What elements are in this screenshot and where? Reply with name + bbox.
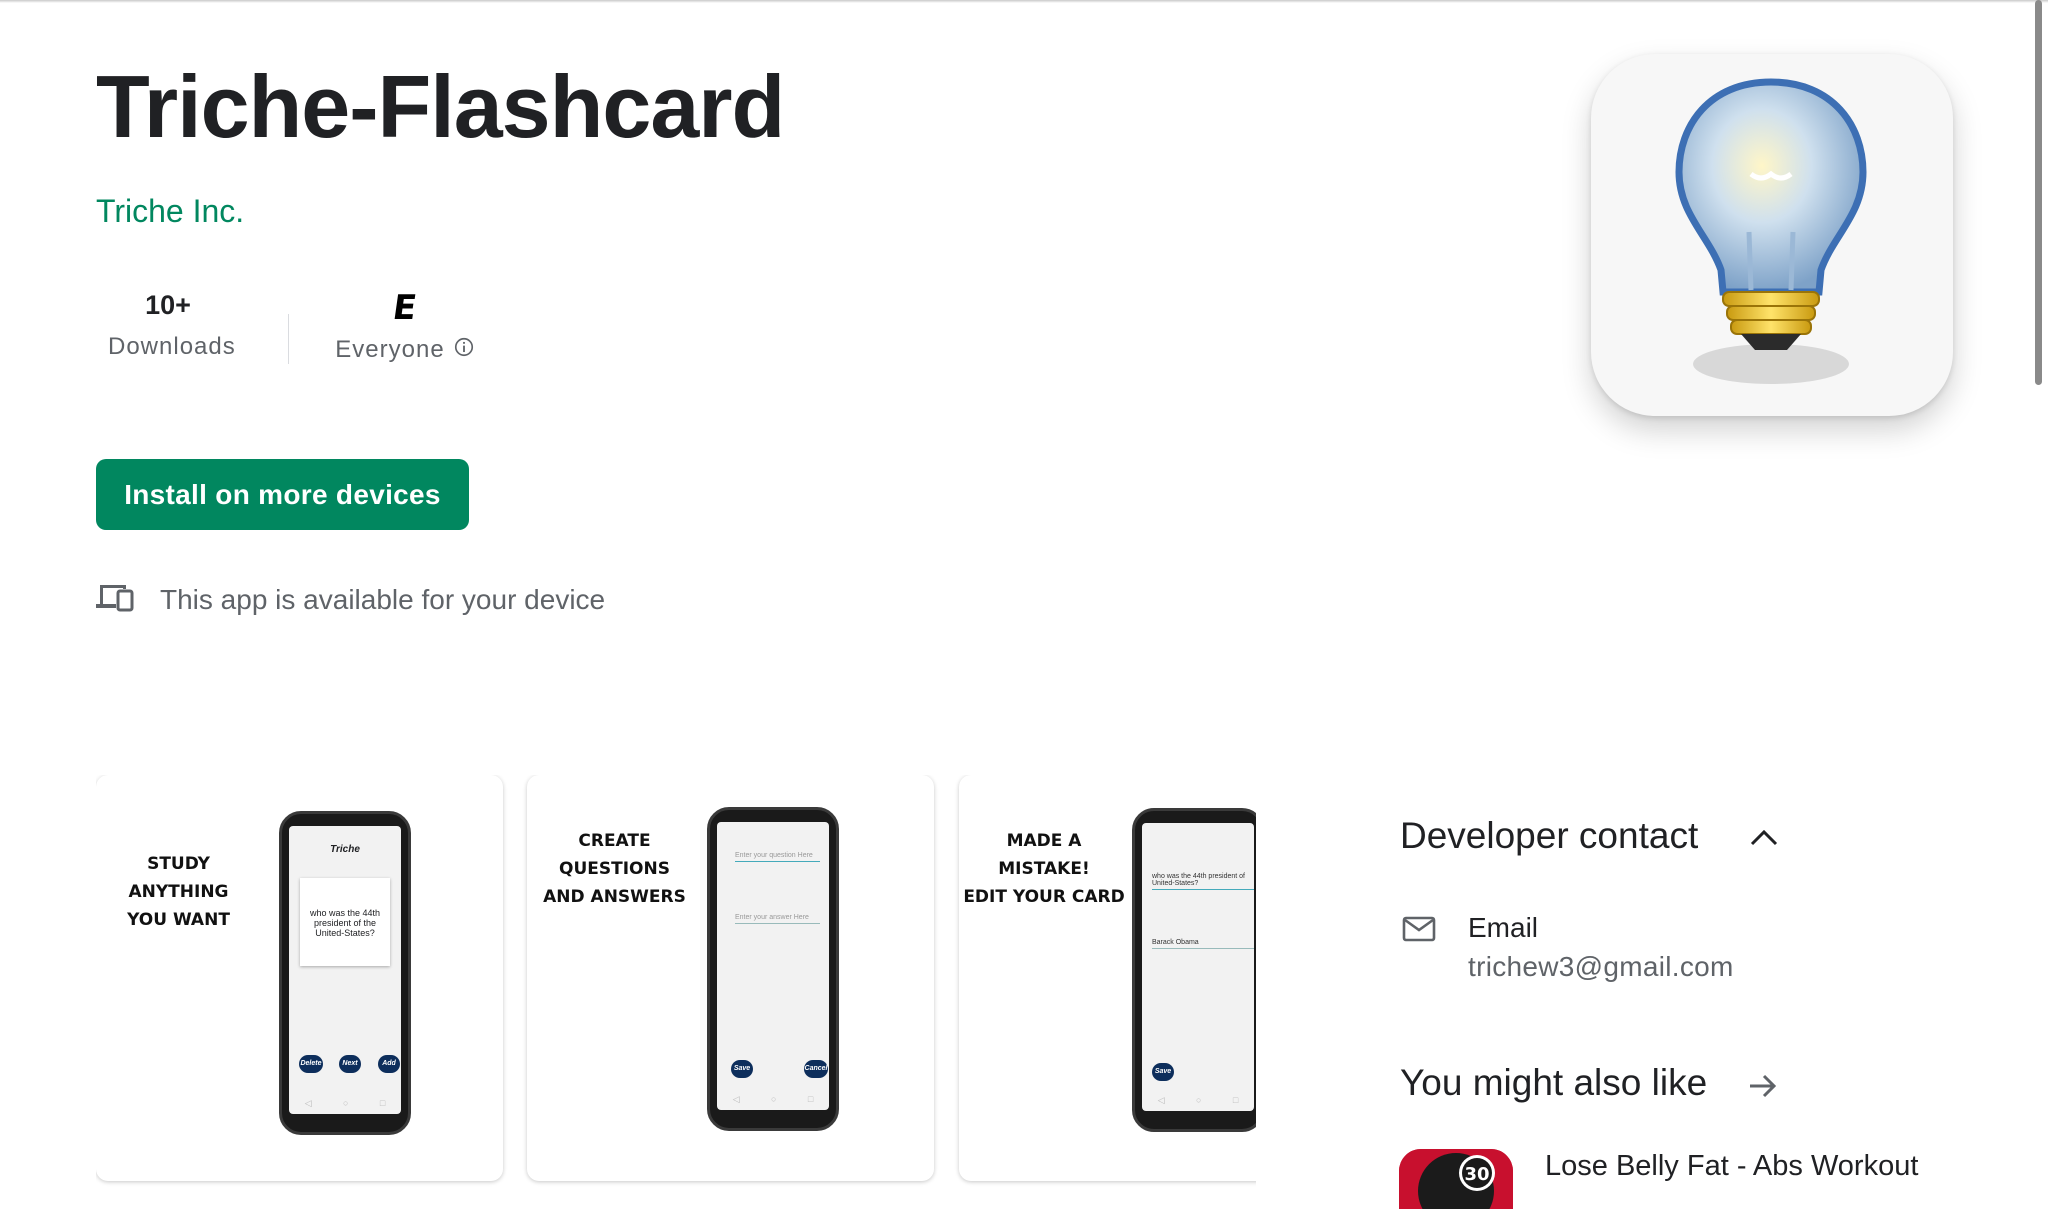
mock-flashcard: who was the 44th president of the United… xyxy=(300,878,390,966)
rating-e-icon: E xyxy=(390,288,420,328)
mock-save-button: Save xyxy=(1152,1063,1174,1081)
devices-icon xyxy=(96,582,134,617)
recommended-app-icon[interactable]: 30 xyxy=(1399,1149,1513,1209)
app-icon xyxy=(1591,54,1953,416)
downloads-value: 10+ xyxy=(145,290,191,320)
mock-app-name: Triche xyxy=(330,844,360,855)
mock-question-field: Enter your question Here xyxy=(735,852,820,862)
screenshot-caption-line2: EDIT YOUR CARD xyxy=(963,887,1125,907)
app-title: Triche-Flashcard xyxy=(96,57,785,156)
info-icon[interactable] xyxy=(453,336,475,365)
phone-mockup: Triche who was the 44th president of the… xyxy=(279,811,411,1135)
email-icon xyxy=(1402,916,1436,947)
content-rating-stat[interactable]: E Everyone xyxy=(330,288,480,365)
chevron-up-icon[interactable] xyxy=(1748,826,1780,855)
email-label: Email xyxy=(1468,912,1539,943)
mock-answer-field: Enter your answer Here xyxy=(735,914,820,924)
mock-save-button: Save xyxy=(731,1060,753,1078)
email-address[interactable]: trichew3@gmail.com xyxy=(1468,951,1734,983)
screenshot-caption-line2: YOU WANT xyxy=(127,910,230,930)
lightbulb-icon xyxy=(1675,78,1867,384)
mock-question-field: who was the 44th president of United-Sta… xyxy=(1152,873,1254,890)
page-scrollbar[interactable] xyxy=(2035,0,2042,385)
phone-mockup: who was the 44th president of United-Sta… xyxy=(1132,808,1256,1132)
screenshot-caption-line1: CREATE QUESTIONS xyxy=(559,831,670,879)
downloads-label: Downloads xyxy=(108,333,236,360)
recommended-app-title[interactable]: Lose Belly Fat - Abs Workout xyxy=(1545,1150,1918,1183)
phone-mockup: Enter your question Here Enter your answ… xyxy=(707,807,839,1131)
rating-label: Everyone xyxy=(335,336,445,363)
developer-contact-heading: Developer contact xyxy=(1400,815,1699,856)
top-divider xyxy=(0,0,2048,3)
screenshot-caption-line1: STUDY ANYTHING xyxy=(128,854,229,902)
app-badge-number: 30 xyxy=(1464,1164,1489,1185)
downloads-stat: 10+ Downloads xyxy=(108,290,236,361)
mock-delete-button: Delete xyxy=(299,1055,323,1073)
mock-cancel-button: Cancel xyxy=(804,1060,828,1078)
mock-answer-field: Barack Obama xyxy=(1152,939,1254,949)
developer-link[interactable]: Triche Inc. xyxy=(96,193,244,230)
device-availability: This app is available for your device xyxy=(96,582,605,617)
arrow-right-icon[interactable] xyxy=(1746,1070,1780,1107)
mock-add-button: Add xyxy=(378,1055,400,1073)
screenshot-caption-line1: MADE A MISTAKE! xyxy=(998,831,1090,879)
screenshot-caption-line2: AND ANSWERS xyxy=(543,887,686,907)
device-availability-text: This app is available for your device xyxy=(160,583,606,615)
mock-next-button: Next xyxy=(339,1055,361,1073)
rating-badge: E xyxy=(330,288,480,328)
install-button[interactable]: Install on more devices xyxy=(96,459,469,530)
screenshot-card[interactable]: STUDY ANYTHING YOU WANT Triche who was t… xyxy=(96,775,503,1181)
screenshot-card[interactable]: MADE A MISTAKE! EDIT YOUR CARD who was t… xyxy=(959,775,1256,1181)
recommendations-heading[interactable]: You might also like xyxy=(1400,1062,1707,1104)
screenshot-carousel[interactable]: STUDY ANYTHING YOU WANT Triche who was t… xyxy=(96,775,1256,1197)
stat-divider xyxy=(288,314,289,364)
screenshot-card[interactable]: CREATE QUESTIONS AND ANSWERS Enter your … xyxy=(527,775,934,1181)
